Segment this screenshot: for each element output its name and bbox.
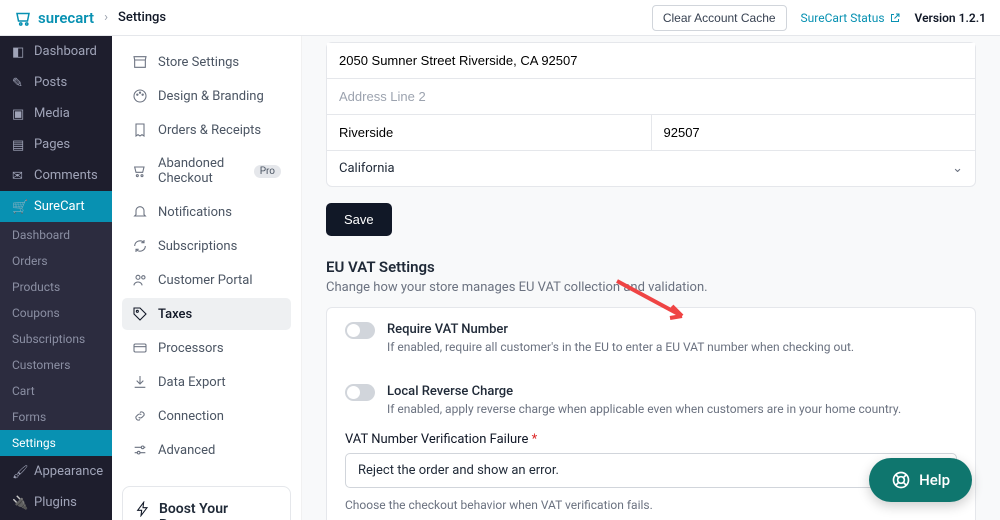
help-fab-button[interactable]: Help (869, 458, 972, 502)
credit-card-icon (132, 340, 148, 356)
surecart-status-link[interactable]: SureCart Status (801, 11, 901, 25)
pin-icon: ✎ (12, 76, 26, 90)
state-select[interactable]: California ⌄ (327, 150, 975, 186)
nav-processors[interactable]: Processors (122, 332, 291, 364)
verify-label: VAT Number Verification Failure * (345, 432, 957, 447)
external-link-icon (889, 12, 901, 24)
tag-icon (132, 306, 148, 322)
clear-cache-button[interactable]: Clear Account Cache (652, 5, 787, 31)
lifebuoy-icon (891, 470, 911, 490)
nav-notifications[interactable]: Notifications (122, 196, 291, 228)
nav-customer-portal[interactable]: Customer Portal (122, 264, 291, 296)
wp-subnav-customers[interactable]: Customers (0, 352, 112, 378)
chevron-right-icon: › (104, 10, 108, 25)
wp-subnav-orders[interactable]: Orders (0, 248, 112, 274)
gauge-icon: ◧ (12, 45, 26, 59)
pro-badge: Pro (254, 165, 281, 178)
main-content[interactable]: California ⌄ Save EU VAT Settings Change… (302, 36, 1000, 520)
eu-vat-subtitle: Change how your store manages EU VAT col… (326, 280, 976, 295)
receipt-icon (132, 122, 148, 138)
city-input[interactable] (327, 114, 652, 150)
nav-orders-receipts[interactable]: Orders & Receipts (122, 114, 291, 146)
users-icon (132, 272, 148, 288)
wp-admin-sidebar: ◧Dashboard ✎Posts ▣Media ▤Pages ✉Comment… (0, 36, 112, 520)
nav-advanced[interactable]: Advanced (122, 434, 291, 466)
wp-nav-pages[interactable]: ▤Pages (0, 129, 112, 160)
reverse-charge-toggle[interactable] (345, 384, 375, 401)
cart-abandon-icon (132, 163, 148, 179)
reverse-charge-title: Local Reverse Charge (387, 384, 957, 399)
boost-title-text: Boost Your Revenue (159, 501, 278, 520)
require-vat-toggle[interactable] (345, 322, 375, 339)
wp-nav-comments[interactable]: ✉Comments (0, 160, 112, 191)
wp-nav-appearance[interactable]: 🖌Appearance (0, 456, 112, 487)
wp-nav-dashboard[interactable]: ◧Dashboard (0, 36, 112, 67)
wp-subnav-cart[interactable]: Cart (0, 378, 112, 404)
wp-subnav-forms[interactable]: Forms (0, 404, 112, 430)
nav-subscriptions[interactable]: Subscriptions (122, 230, 291, 262)
nav-taxes[interactable]: Taxes (122, 298, 291, 330)
topbar-right: Clear Account Cache SureCart Status Vers… (652, 5, 986, 31)
plug-icon: 🔌 (12, 496, 26, 510)
wp-subnav-coupons[interactable]: Coupons (0, 300, 112, 326)
cart-icon (14, 9, 32, 27)
address-card: California ⌄ (326, 42, 976, 187)
bolt-icon (135, 501, 151, 517)
file-icon: ▤ (12, 138, 26, 152)
wp-subnav-dashboard[interactable]: Dashboard (0, 222, 112, 248)
store-icon (132, 54, 148, 70)
cart-icon: 🛒 (12, 200, 26, 214)
brand-text: surecart (38, 9, 94, 27)
topbar-left: surecart › Settings (14, 9, 166, 27)
brush-icon: 🖌 (12, 465, 26, 479)
breadcrumb-current: Settings (118, 10, 166, 25)
state-value: California (339, 161, 395, 176)
chat-icon: ✉ (12, 169, 26, 183)
eu-vat-title: EU VAT Settings (326, 258, 976, 276)
link-icon (132, 408, 148, 424)
require-vat-row: Require VAT Number If enabled, require a… (327, 308, 975, 370)
wp-nav-plugins[interactable]: 🔌Plugins (0, 487, 112, 518)
verify-help-text: Choose the checkout behavior when VAT ve… (345, 498, 957, 512)
reverse-charge-desc: If enabled, apply reverse charge when ap… (387, 401, 957, 418)
nav-abandoned-checkout[interactable]: Abandoned CheckoutPro (122, 148, 291, 194)
save-address-button[interactable]: Save (326, 203, 392, 236)
boost-revenue-card: Boost Your Revenue Unlock revenue boosti… (122, 486, 291, 520)
postal-input[interactable] (652, 114, 976, 150)
brand-logo[interactable]: surecart (14, 9, 94, 27)
sliders-icon (132, 442, 148, 458)
nav-data-export[interactable]: Data Export (122, 366, 291, 398)
verify-failure-select[interactable]: Reject the order and show an error. ⌄ (345, 453, 957, 488)
reverse-charge-row: Local Reverse Charge If enabled, apply r… (327, 370, 975, 432)
nav-connection[interactable]: Connection (122, 400, 291, 432)
verify-value: Reject the order and show an error. (358, 463, 559, 478)
require-vat-title: Require VAT Number (387, 322, 957, 337)
chevron-down-icon: ⌄ (952, 161, 963, 176)
settings-nav: Store Settings Design & Branding Orders … (112, 36, 302, 520)
wp-nav-surecart[interactable]: 🛒SureCart (0, 191, 112, 222)
address-line2-input[interactable] (327, 78, 975, 114)
require-vat-desc: If enabled, require all customer's in th… (387, 339, 957, 356)
download-icon (132, 374, 148, 390)
bell-icon (132, 204, 148, 220)
palette-icon (132, 88, 148, 104)
wp-subnav-products[interactable]: Products (0, 274, 112, 300)
help-fab-label: Help (919, 471, 950, 489)
wp-subnav-subscriptions[interactable]: Subscriptions (0, 326, 112, 352)
wp-nav-media[interactable]: ▣Media (0, 98, 112, 129)
nav-store-settings[interactable]: Store Settings (122, 46, 291, 78)
nav-design-branding[interactable]: Design & Branding (122, 80, 291, 112)
wp-subnav-settings[interactable]: Settings (0, 430, 112, 456)
address-line1-input[interactable] (327, 43, 975, 78)
topbar: surecart › Settings Clear Account Cache … (0, 0, 1000, 36)
image-icon: ▣ (12, 107, 26, 121)
wp-nav-posts[interactable]: ✎Posts (0, 67, 112, 98)
version-text: Version 1.2.1 (915, 11, 986, 25)
refresh-icon (132, 238, 148, 254)
